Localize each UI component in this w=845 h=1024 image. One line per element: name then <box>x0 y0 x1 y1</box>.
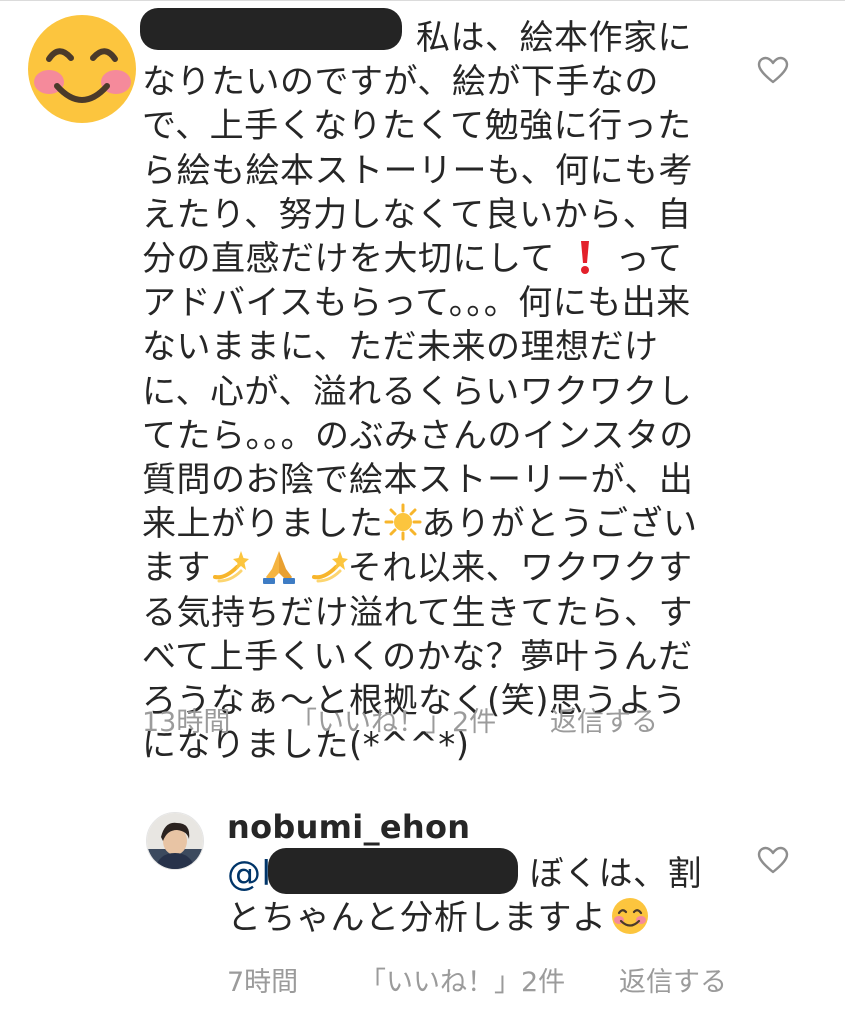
comment-text-part: ってアドバイスもらって。。。何にも出来ないままに、ただ未来の理想だけに、心が、溢… <box>142 239 694 545</box>
user-photo-icon <box>147 813 203 869</box>
reply-text: @l ぼくは、割とちゃんと分析しますよ <box>227 852 707 940</box>
reply-button[interactable]: 返信する <box>550 700 658 739</box>
dizzy-icon <box>213 551 249 583</box>
likes-count-link[interactable]: 「いいね！」2件 <box>359 960 565 999</box>
folded-hands-icon <box>263 551 296 585</box>
heart-icon[interactable] <box>757 846 789 874</box>
avatar[interactable] <box>146 812 204 870</box>
heart-icon[interactable] <box>757 56 789 84</box>
likes-count-link[interactable]: 「いいね！」2件 <box>290 700 496 739</box>
reply-button[interactable]: 返信する <box>619 960 727 999</box>
smiling-face-icon <box>611 898 648 934</box>
reply-username[interactable]: nobumi_ehon <box>227 808 470 846</box>
smiling-face-icon <box>28 15 136 123</box>
reply-meta: 7時間 「いいね！」2件 返信する <box>227 960 787 999</box>
red-exclamation-icon <box>581 241 590 275</box>
sun-icon <box>384 503 421 541</box>
comment-text-part: 私は、絵本作家に <box>416 18 692 58</box>
dizzy-icon <box>311 551 348 583</box>
avatar[interactable] <box>27 14 137 124</box>
mention-link[interactable]: @l <box>227 854 271 894</box>
main-comment: 私は、絵本作家になりたいのですが、絵が下手なので、上手くなりたくて勉強に行ったら… <box>0 0 845 765</box>
reply-timestamp: 7時間 <box>227 967 299 998</box>
comment-meta: 13時間 「いいね！」2件 返信する <box>142 700 742 739</box>
comment-timestamp: 13時間 <box>142 707 231 738</box>
comment-text: 私は、絵本作家になりたいのですが、絵が下手なので、上手くなりたくて勉強に行ったら… <box>142 16 702 767</box>
